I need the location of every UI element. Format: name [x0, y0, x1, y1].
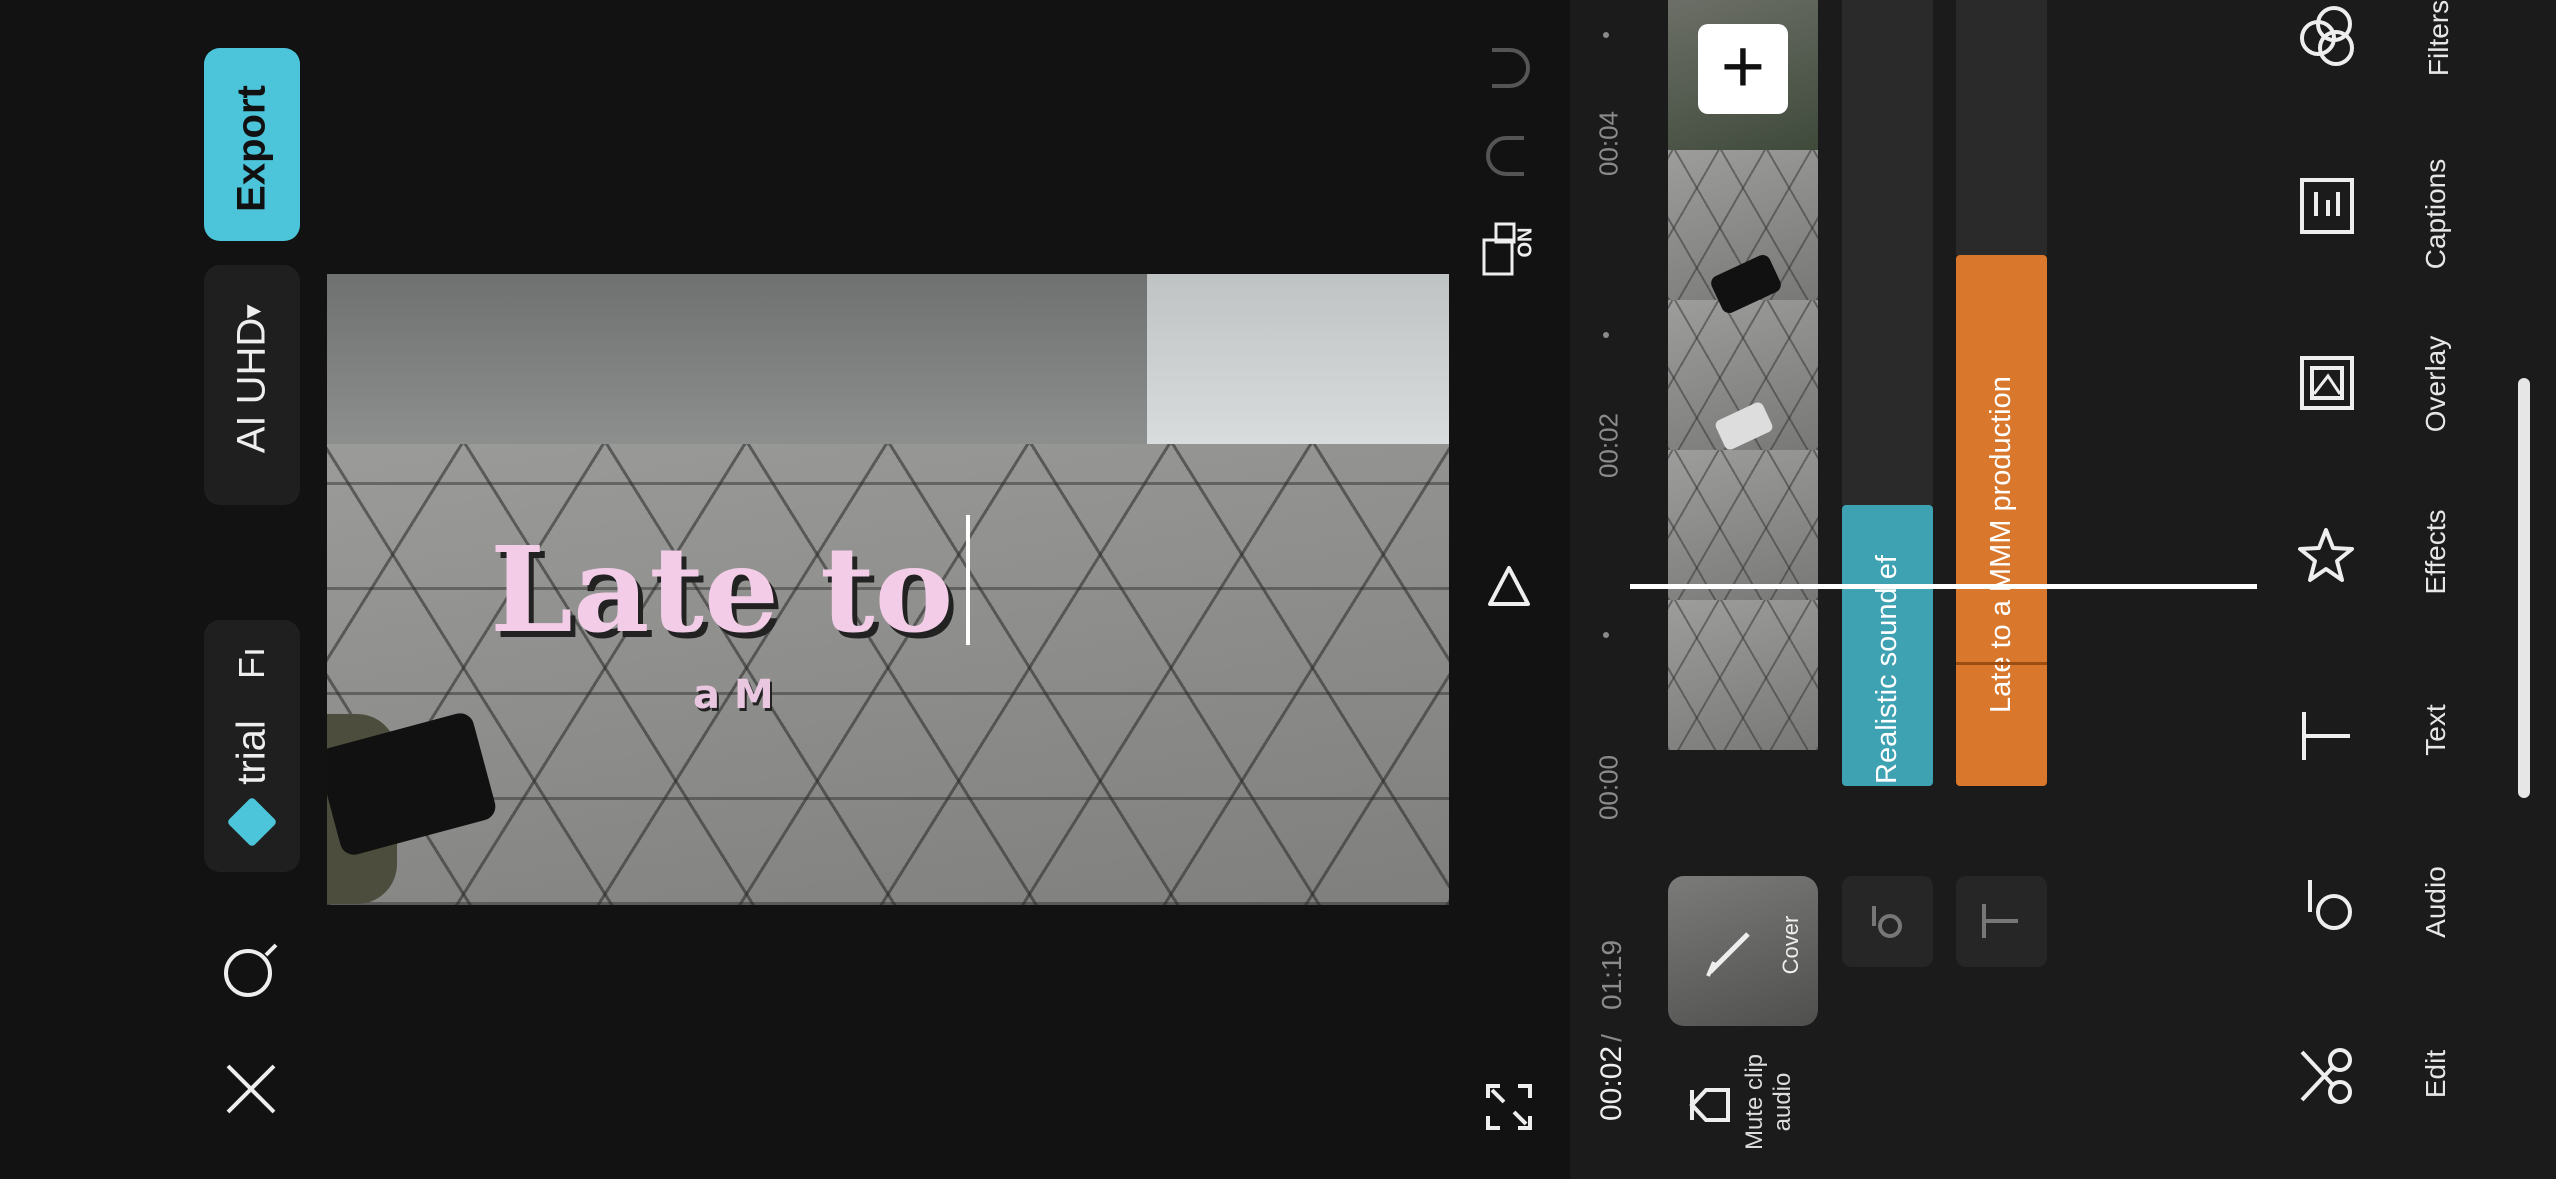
tool-overlay[interactable]: Overlay [2290, 320, 2490, 450]
export-label: Export [229, 85, 274, 212]
tool-audio[interactable]: Audio [2290, 840, 2490, 970]
scissors-icon [2300, 1048, 2352, 1104]
split-on-label: ON [1514, 227, 1537, 258]
total-time: 01:19 [1596, 939, 1627, 1010]
clip-divider [1956, 662, 2047, 665]
text-clip[interactable]: Late to a MMM production [1956, 255, 2047, 786]
export-button[interactable]: Export [204, 48, 300, 241]
tool-captions[interactable]: Captions [2290, 150, 2490, 280]
mute-icon[interactable] [1688, 1080, 1738, 1130]
tool-effects[interactable]: Effects [2290, 490, 2490, 620]
trial-suffix: Fı [231, 647, 272, 679]
help-icon[interactable] [222, 943, 278, 999]
captions-icon [2300, 178, 2354, 234]
redo-icon[interactable] [1484, 44, 1532, 92]
pencil-icon [1706, 932, 1750, 977]
diamond-icon [226, 796, 278, 848]
tool-text-label: Text [2420, 704, 2451, 756]
audio-icon [2308, 880, 2352, 930]
plus-icon: + [1720, 24, 1766, 109]
quality-label: AI UHD [229, 317, 274, 454]
overlay-icon [2300, 356, 2354, 410]
tool-edit-label: Edit [2420, 1049, 2451, 1099]
preview-title-text[interactable]: Late to [490, 520, 953, 659]
cover-label: Cover [1778, 915, 1803, 975]
split-toggle-icon[interactable]: ON [1480, 212, 1538, 284]
tool-audio-label: Audio [2420, 866, 2451, 938]
tool-filters-label: Filters [2423, 0, 2454, 77]
tick-dot [1603, 632, 1609, 638]
video-frame [1668, 600, 1818, 750]
playhead[interactable] [1630, 584, 2257, 589]
filters-icon [2300, 6, 2354, 66]
video-track[interactable] [1668, 0, 1818, 786]
sound-effect-label: Realistic sound ef [1871, 555, 1903, 784]
tool-captions-label: Captions [2420, 158, 2451, 270]
text-clip-label: Late to a MMM production [1985, 376, 2017, 713]
trial-label: trial [229, 720, 274, 785]
current-time: 00:02 [1595, 1045, 1628, 1121]
audio-note-icon [1872, 906, 1902, 938]
tool-filters[interactable]: Filters [2290, 0, 2490, 130]
effects-icon [2298, 528, 2354, 582]
tick-00-00: 00:00 [1593, 754, 1624, 821]
audio-track-empty [1842, 0, 1933, 505]
text-cursor [966, 515, 970, 645]
mute-label-line2: audio [1769, 1072, 1796, 1132]
video-frame [1668, 450, 1818, 600]
close-icon[interactable] [224, 1062, 278, 1116]
undo-icon[interactable] [1484, 132, 1532, 180]
tick-00-02: 00:02 [1593, 412, 1624, 479]
caret-down-icon: ▾ [236, 304, 268, 319]
text-icon [2302, 712, 2350, 760]
mute-label-line1: Mute clip [1741, 1053, 1768, 1151]
text-track-empty [1956, 0, 2047, 255]
tool-text[interactable]: Text [2290, 680, 2490, 810]
play-icon[interactable] [1486, 564, 1532, 610]
fullscreen-icon[interactable] [1486, 1084, 1532, 1130]
quality-button[interactable]: AI UHD ▾ [204, 265, 300, 505]
add-text-button[interactable] [1956, 876, 2047, 967]
toolbar-scrollbar[interactable] [2518, 378, 2530, 798]
sound-effect-clip[interactable]: Realistic sound ef [1842, 505, 1933, 786]
tool-effects-label: Effects [2420, 509, 2451, 595]
cover-button[interactable]: Cover [1668, 876, 1818, 1026]
text-t-icon [1982, 904, 2018, 938]
trial-button[interactable]: trial Fı [204, 620, 300, 872]
add-audio-button[interactable] [1842, 876, 1933, 967]
preview-subtitle-text[interactable]: a M [693, 672, 774, 718]
tick-dot [1603, 332, 1609, 338]
tick-00-04: 00:04 [1593, 110, 1624, 177]
add-clip-button[interactable]: + [1698, 24, 1788, 114]
time-separator: / [1596, 1034, 1627, 1042]
tool-edit[interactable]: Edit [2290, 1020, 2490, 1150]
tick-dot [1603, 32, 1609, 38]
tool-overlay-label: Overlay [2420, 335, 2451, 433]
preview-wall-light [1147, 274, 1449, 444]
